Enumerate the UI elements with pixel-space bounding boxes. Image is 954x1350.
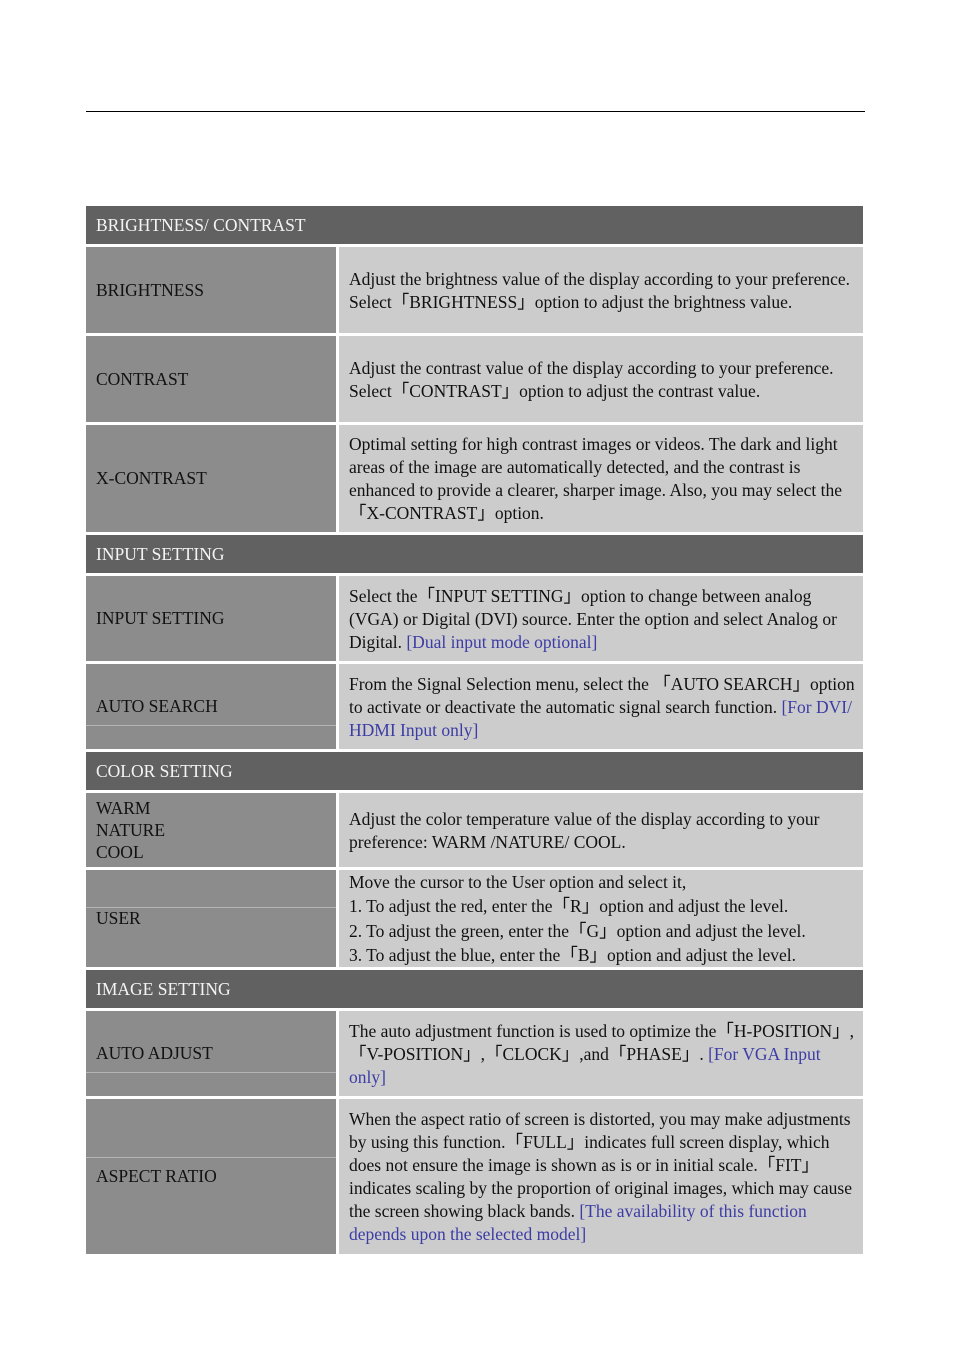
row-label-cool: COOL [96, 842, 144, 862]
row-label: X-CONTRAST [86, 425, 336, 532]
row-label-text: ASPECT RATIO [96, 1166, 217, 1186]
section-header-brightness-contrast: BRIGHTNESS/ CONTRAST [86, 206, 863, 244]
user-desc-line: 2. To adjust the green, enter the「G」opti… [349, 920, 806, 941]
row-label-text: INPUT SETTING [96, 608, 225, 628]
row-description: Optimal setting for high contrast images… [339, 425, 863, 532]
row-description: The auto adjustment function is used to … [339, 1011, 863, 1096]
row-label-text: AUTO ADJUST [96, 1043, 213, 1063]
table-row: WARM NATURE COOL Adjust the color temper… [86, 793, 863, 867]
section-header-image-setting: IMAGE SETTING [86, 970, 863, 1008]
row-description: From the Signal Selection menu, select t… [339, 664, 863, 749]
cell-divider [86, 725, 336, 726]
row-description-text: Optimal setting for high contrast images… [349, 434, 842, 523]
row-description-text: Adjust the color temperature value of th… [349, 808, 820, 852]
row-description: Adjust the brightness value of the displ… [339, 247, 863, 333]
table-row: BRIGHTNESS Adjust the brightness value o… [86, 247, 863, 333]
row-description: Adjust the color temperature value of th… [339, 793, 863, 867]
table-row: ASPECT RATIO When the aspect ratio of sc… [86, 1099, 863, 1254]
row-label: AUTO ADJUST [86, 1011, 336, 1096]
table-row: AUTO SEARCH From the Signal Selection me… [86, 664, 863, 749]
row-label: INPUT SETTING [86, 576, 336, 661]
row-label: ASPECT RATIO [86, 1099, 336, 1254]
row-description: Select the「INPUT SETTING」option to chang… [339, 576, 863, 661]
row-label-text: USER [96, 908, 141, 928]
table-row: INPUT SETTING Select the「INPUT SETTING」o… [86, 576, 863, 661]
section-header-input-setting: INPUT SETTING [86, 535, 863, 573]
cell-divider [86, 907, 336, 908]
row-label-text: BRIGHTNESS [96, 279, 204, 300]
row-description-text: From the Signal Selection menu, select t… [349, 673, 855, 717]
row-description: Adjust the contrast value of the display… [339, 336, 863, 422]
table-row: X-CONTRAST Optimal setting for high cont… [86, 425, 863, 532]
user-desc-line: 1. To adjust the red, enter the「R」option… [349, 896, 789, 916]
row-label-warm: WARM [96, 798, 151, 818]
row-label-text: AUTO SEARCH [96, 696, 218, 716]
row-label-nature: NATURE [96, 820, 166, 840]
row-description: When the aspect ratio of screen is disto… [339, 1099, 863, 1254]
row-label: AUTO SEARCH [86, 664, 336, 749]
table-row: CONTRAST Adjust the contrast value of th… [86, 336, 863, 422]
row-description-text: Adjust the brightness value of the displ… [349, 268, 851, 312]
table-row: USER Move the cursor to the User option … [86, 870, 863, 967]
row-description: Move the cursor to the User option and s… [339, 870, 863, 967]
user-desc-line: 3. To adjust the blue, enter the「B」optio… [349, 945, 797, 965]
row-note: [Dual input mode optional] [406, 631, 598, 652]
table-row: AUTO ADJUST The auto adjustment function… [86, 1011, 863, 1096]
row-label: BRIGHTNESS [86, 247, 336, 333]
row-label-text: X-CONTRAST [96, 468, 207, 488]
top-rule [86, 111, 865, 112]
row-label: USER [86, 870, 336, 967]
osd-menu-table: BRIGHTNESS/ CONTRAST BRIGHTNESS Adjust t… [86, 206, 863, 1257]
row-label: WARM NATURE COOL [86, 793, 336, 867]
user-desc-line: Move the cursor to the User option and s… [349, 871, 687, 892]
row-label-text: CONTRAST [96, 368, 189, 389]
row-description-text: Adjust the contrast value of the display… [349, 357, 834, 401]
section-header-color-setting: COLOR SETTING [86, 752, 863, 790]
cell-divider [86, 1157, 336, 1158]
cell-divider [86, 1072, 336, 1073]
row-label: CONTRAST [86, 336, 336, 422]
